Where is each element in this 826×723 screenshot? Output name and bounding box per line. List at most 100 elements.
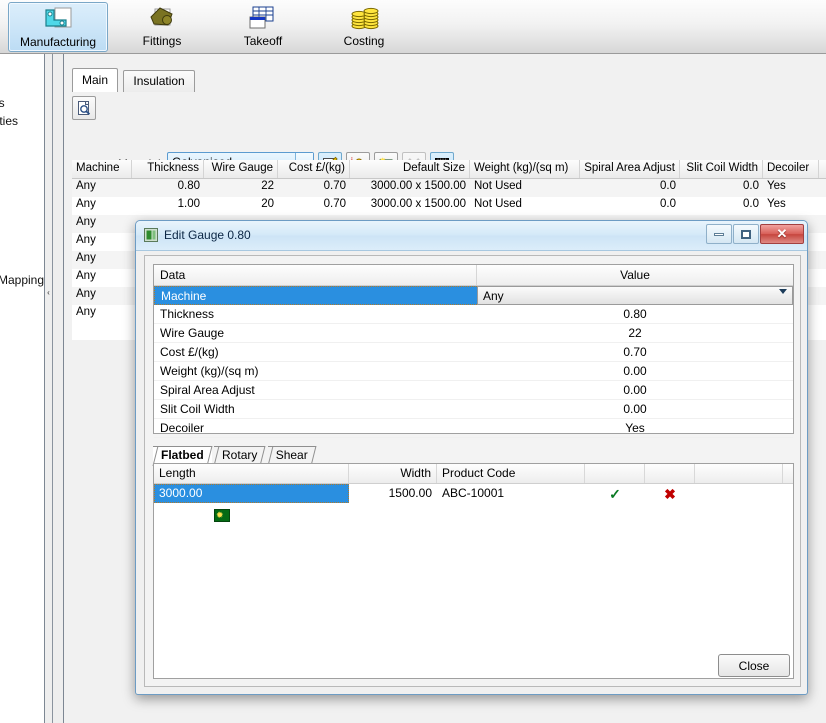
left-panel-item-clipped-1[interactable]: ns: [0, 96, 5, 110]
grid-col-slit-coil[interactable]: Slit Coil Width: [680, 160, 763, 178]
cell-machine: Any: [76, 288, 96, 300]
ribbon-item-label: Takeoff: [243, 34, 283, 48]
grid-col-thickness[interactable]: Thickness: [132, 160, 204, 178]
minimize-button[interactable]: [706, 224, 732, 244]
cell-length[interactable]: 3000.00: [154, 484, 349, 503]
sheet-col-reject[interactable]: [645, 464, 695, 483]
property-value[interactable]: 0.00: [477, 381, 793, 400]
chevron-down-icon[interactable]: [779, 289, 787, 308]
cell-width[interactable]: 1500.00: [349, 484, 437, 503]
ribbon-item-manufacturing[interactable]: Manufacturing: [8, 2, 108, 52]
panel-splitter[interactable]: [44, 54, 64, 723]
property-col-value[interactable]: Value: [477, 265, 793, 285]
cell-machine: Any: [76, 216, 96, 228]
window-small-icon: [144, 228, 158, 242]
reject-icon[interactable]: ✖: [645, 484, 695, 503]
property-value[interactable]: 0.00: [477, 400, 793, 419]
property-row-decoiler[interactable]: Decoiler Yes: [154, 419, 793, 438]
property-row-weight[interactable]: Weight (kg)/(sq m) 0.00: [154, 362, 793, 381]
ribbon-item-fittings[interactable]: Fittings: [112, 2, 212, 52]
cell-spiral-area: 0.0: [660, 198, 676, 210]
dialog-titlebar[interactable]: Edit Gauge 0.80 ✕: [136, 221, 807, 251]
dialog-body: Data Value Machine Any Thickness 0.80 Wi…: [144, 255, 801, 687]
duct-fitting-icon: [144, 4, 180, 34]
sheet-col-length[interactable]: Length: [154, 464, 349, 483]
cell-wire-gauge: 20: [261, 198, 274, 210]
grid-header-row: Machine Thickness Wire Gauge Cost £/(kg)…: [72, 160, 826, 179]
property-list-header: Data Value: [154, 265, 793, 286]
cell-decoiler: Yes: [767, 180, 786, 192]
accept-icon[interactable]: ✓: [585, 484, 645, 503]
property-name: Machine: [154, 286, 477, 305]
cell-cost: 0.70: [323, 198, 346, 210]
sheet-col-spare[interactable]: [695, 464, 783, 483]
tab-rotary[interactable]: Rotary: [214, 446, 266, 464]
sheet-col-accept[interactable]: [585, 464, 645, 483]
left-panel-item-mapping[interactable]: Mapping: [0, 273, 44, 287]
property-name: Decoiler: [154, 419, 477, 438]
cell-spiral-area: 0.0: [660, 180, 676, 192]
grid-col-decoiler[interactable]: Decoiler: [763, 160, 819, 178]
property-value[interactable]: 0.70: [477, 343, 793, 362]
tab-insulation[interactable]: Insulation: [123, 70, 195, 92]
window-controls: ✕: [706, 224, 804, 244]
property-value[interactable]: 0.00: [477, 362, 793, 381]
close-button[interactable]: Close: [718, 654, 790, 677]
new-record-icon[interactable]: [214, 509, 230, 522]
close-glyph: ✕: [776, 226, 788, 241]
grid-col-wire-gauge[interactable]: Wire Gauge: [204, 160, 278, 178]
sheet-grid-header: Length Width Product Code: [154, 464, 793, 484]
left-navigation-panel: ns perties Mapping: [0, 54, 44, 723]
content-tabstrip: Main Insulation: [72, 68, 197, 92]
property-value[interactable]: 22: [477, 324, 793, 343]
table-row[interactable]: Any 0.80 22 0.70 3000.00 x 1500.00 Not U…: [72, 179, 826, 197]
property-list[interactable]: Data Value Machine Any Thickness 0.80 Wi…: [153, 264, 794, 438]
tab-shear[interactable]: Shear: [267, 446, 316, 464]
grid-col-weight[interactable]: Weight (kg)/(sq m): [470, 160, 580, 178]
property-value-editor[interactable]: Any: [477, 286, 793, 308]
machine-type-tabstrip: Flatbed Rotary Shear: [153, 446, 316, 464]
property-row-cost[interactable]: Cost £/(kg) 0.70: [154, 343, 793, 362]
close-icon[interactable]: ✕: [760, 224, 804, 244]
cell-machine: Any: [76, 306, 96, 318]
property-value[interactable]: 0.80: [477, 305, 793, 324]
takeoff-sheet-icon: [245, 4, 281, 34]
cell-wire-gauge: 22: [261, 180, 274, 192]
preview-search-icon[interactable]: [72, 96, 96, 120]
grid-col-spiral-area[interactable]: Spiral Area Adjust: [580, 160, 680, 178]
cell-product-code[interactable]: ABC-10001: [437, 484, 585, 503]
property-row-thickness[interactable]: Thickness 0.80: [154, 305, 793, 324]
grid-col-machine[interactable]: Machine: [72, 160, 132, 178]
chevron-left-icon[interactable]: ‹: [45, 282, 52, 304]
sheet-col-product-code[interactable]: Product Code: [437, 464, 585, 483]
ribbon-toolbar: Manufacturing Fittings Takeoff Costing: [0, 0, 826, 54]
bracket-part-icon: [40, 5, 76, 35]
grid-col-default-size[interactable]: Default Size: [350, 160, 470, 178]
property-col-data[interactable]: Data: [154, 265, 477, 285]
machine-value: Any: [483, 289, 504, 303]
property-row-slit-coil-width[interactable]: Slit Coil Width 0.00: [154, 400, 793, 419]
maximize-button[interactable]: [733, 224, 759, 244]
sheet-col-width[interactable]: Width: [349, 464, 437, 483]
cell-machine: Any: [76, 180, 96, 192]
machine-combobox[interactable]: Any: [477, 286, 793, 308]
tab-flatbed[interactable]: Flatbed: [153, 446, 212, 464]
tab-main[interactable]: Main: [72, 68, 119, 92]
property-row-wire-gauge[interactable]: Wire Gauge 22: [154, 324, 793, 343]
property-row-spiral-area-adjust[interactable]: Spiral Area Adjust 0.00: [154, 381, 793, 400]
ribbon-item-costing[interactable]: Costing: [314, 2, 414, 52]
ribbon-item-takeoff[interactable]: Takeoff: [213, 2, 313, 52]
property-name: Wire Gauge: [154, 324, 477, 343]
table-row[interactable]: Any 1.00 20 0.70 3000.00 x 1500.00 Not U…: [72, 197, 826, 215]
grid-col-cost[interactable]: Cost £/(kg): [278, 160, 350, 178]
cell-default-size: 3000.00 x 1500.00: [370, 198, 466, 210]
left-panel-item-clipped-2[interactable]: perties: [0, 114, 18, 128]
coin-stacks-icon: [346, 4, 382, 34]
sheet-sizes-grid[interactable]: Length Width Product Code 3000.00 1500.0…: [153, 463, 794, 679]
property-name: Cost £/(kg): [154, 343, 477, 362]
property-row-machine[interactable]: Machine Any: [154, 286, 793, 308]
cell-cost: 0.70: [323, 180, 346, 192]
property-value[interactable]: Yes: [477, 419, 793, 438]
cell-default-size: 3000.00 x 1500.00: [370, 180, 466, 192]
table-row[interactable]: 3000.00 1500.00 ABC-10001 ✓ ✖: [154, 484, 793, 503]
